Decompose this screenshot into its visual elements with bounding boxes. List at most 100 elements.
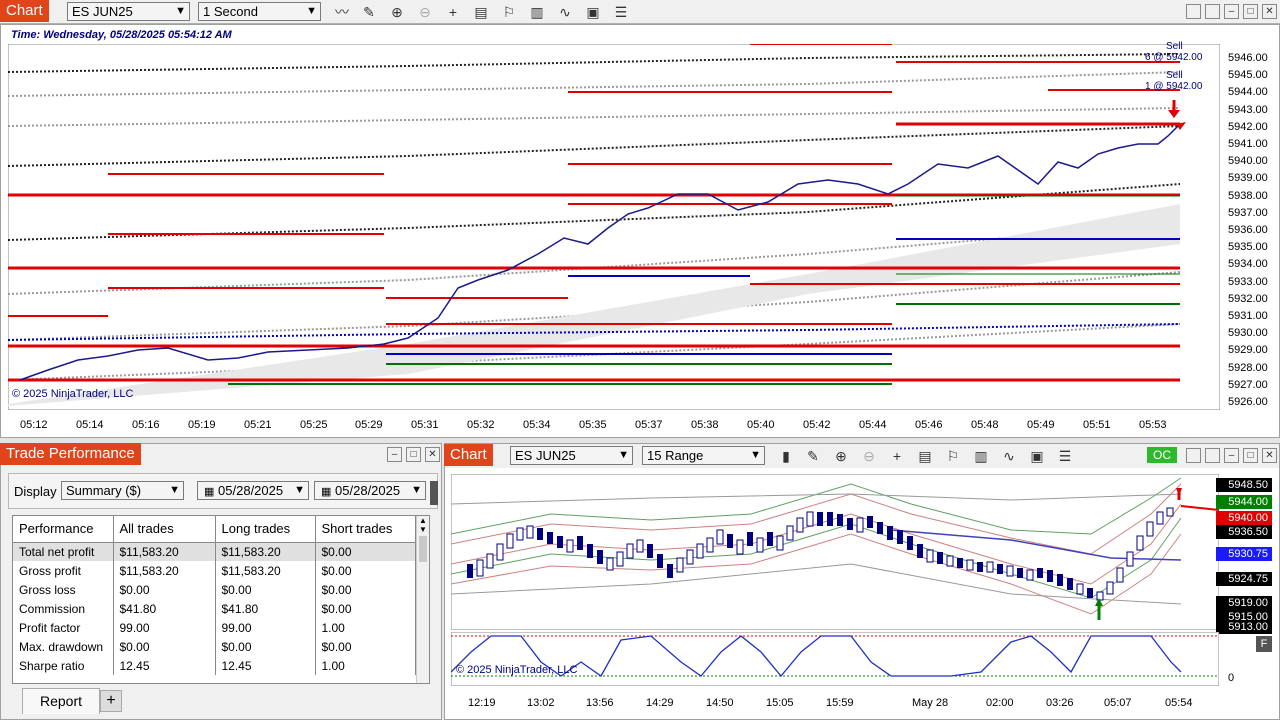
bottom-interval-select[interactable]: 15 Range ▼ bbox=[642, 446, 765, 465]
report-tab[interactable]: Report bbox=[22, 688, 100, 714]
table-cell: $11,583.20 bbox=[113, 542, 216, 561]
bottom-chart-tab[interactable]: Chart bbox=[444, 444, 493, 466]
y-tick: 5942.00 bbox=[1228, 121, 1268, 133]
table-row[interactable]: Gross loss $0.00 $0.00 $0.00 bbox=[13, 580, 416, 599]
table-cell: Max. drawdown bbox=[13, 637, 114, 656]
group-button[interactable] bbox=[1205, 4, 1220, 19]
minimize-button[interactable]: – bbox=[1224, 4, 1239, 19]
price-label: 5913.00 bbox=[1216, 620, 1272, 634]
bottom-copyright: © 2025 NinjaTrader, LLC bbox=[456, 664, 578, 676]
sell-marker-2-detail: 1 @ 5942.00 bbox=[1145, 81, 1203, 92]
zoom-out-icon[interactable]: ⊖ bbox=[416, 3, 434, 21]
close-button[interactable]: ✕ bbox=[1262, 4, 1277, 19]
date-to-picker[interactable]: ▦ 05/28/2025 ▼ bbox=[314, 481, 426, 500]
group-button[interactable] bbox=[1186, 448, 1201, 463]
maximize-button[interactable]: □ bbox=[1243, 448, 1258, 463]
strategies-icon[interactable]: ∿ bbox=[556, 3, 574, 21]
chevron-down-icon: ▼ bbox=[294, 484, 305, 496]
minimize-button[interactable]: – bbox=[387, 447, 402, 462]
properties-icon[interactable]: ▣ bbox=[584, 3, 602, 21]
top-price-panel bbox=[8, 44, 1220, 410]
close-button[interactable]: ✕ bbox=[1262, 448, 1277, 463]
draw-pencil-icon[interactable]: ✎ bbox=[360, 3, 378, 21]
x-tick: 03:26 bbox=[1046, 697, 1074, 709]
chevron-down-icon: ▼ bbox=[169, 484, 180, 496]
top-instrument-select[interactable]: ES JUN25 ▼ bbox=[67, 2, 190, 21]
data-box-icon[interactable]: ▤ bbox=[472, 3, 490, 21]
col-header-short[interactable]: Short trades bbox=[315, 516, 416, 543]
bottom-instrument-select[interactable]: ES JUN25 ▼ bbox=[510, 446, 633, 465]
y-tick: 5934.00 bbox=[1228, 258, 1268, 270]
y-tick: 5941.00 bbox=[1228, 138, 1268, 150]
display-label: Display bbox=[14, 484, 57, 499]
col-header-all[interactable]: All trades bbox=[113, 516, 216, 543]
price-label: 5948.50 bbox=[1216, 478, 1272, 492]
draw-pencil-icon[interactable]: ✎ bbox=[804, 447, 822, 465]
properties-icon[interactable]: ▣ bbox=[1028, 447, 1046, 465]
x-tick: 02:00 bbox=[986, 697, 1014, 709]
scroll-up-icon[interactable]: ▲ bbox=[417, 516, 429, 525]
col-header-long[interactable]: Long trades bbox=[215, 516, 316, 543]
x-tick: 05:46 bbox=[915, 419, 943, 431]
y-tick: 5933.00 bbox=[1228, 276, 1268, 288]
maximize-button[interactable]: □ bbox=[406, 447, 421, 462]
oc-badge[interactable]: OC bbox=[1147, 447, 1177, 463]
x-tick: 05:38 bbox=[691, 419, 719, 431]
bottom-price-panel[interactable] bbox=[451, 474, 1219, 630]
date-from-picker[interactable]: ▦ 05/28/2025 ▼ bbox=[197, 481, 309, 500]
filter-scroll-handle[interactable] bbox=[430, 481, 438, 505]
templates-icon[interactable]: ⚐ bbox=[944, 447, 962, 465]
link-button[interactable] bbox=[1186, 4, 1201, 19]
close-button[interactable]: ✕ bbox=[425, 447, 440, 462]
zoom-out-icon[interactable]: ⊖ bbox=[860, 447, 878, 465]
table-scrollbar[interactable]: ▲ ▼ bbox=[416, 516, 429, 683]
crosshair-icon[interactable]: + bbox=[888, 447, 906, 465]
display-select[interactable]: Summary ($) ▼ bbox=[61, 481, 184, 500]
y-tick: 5931.00 bbox=[1228, 310, 1268, 322]
table-row[interactable]: Gross profit $11,583.20 $11,583.20 $0.00 bbox=[13, 561, 416, 580]
chevron-down-icon: ▼ bbox=[411, 484, 422, 496]
scroll-thumb[interactable] bbox=[419, 536, 427, 562]
crosshair-icon[interactable]: + bbox=[444, 3, 462, 21]
top-chart-toolbar bbox=[0, 0, 1280, 24]
indicators-icon[interactable]: ▥ bbox=[972, 447, 990, 465]
add-tab-button[interactable]: + bbox=[100, 690, 122, 712]
candlestick-style-icon[interactable]: ▮ bbox=[777, 447, 795, 465]
chevron-down-icon: ▼ bbox=[306, 5, 317, 17]
scroll-down-icon[interactable]: ▼ bbox=[417, 525, 429, 534]
table-row[interactable]: Commission $41.80 $41.80 $0.00 bbox=[13, 599, 416, 618]
strategies-icon[interactable]: ∿ bbox=[1000, 447, 1018, 465]
link-button[interactable] bbox=[1205, 448, 1220, 463]
top-copyright: © 2025 NinjaTrader, LLC bbox=[12, 388, 134, 400]
top-chart-tab[interactable]: Chart bbox=[0, 0, 49, 22]
table-cell: 12.45 bbox=[215, 656, 316, 675]
performance-table: Performance All trades Long trades Short… bbox=[13, 516, 416, 675]
indicators-icon[interactable]: ▥ bbox=[528, 3, 546, 21]
list-icon[interactable]: ☰ bbox=[1056, 447, 1074, 465]
sell-marker-1-title: Sell bbox=[1166, 41, 1183, 52]
top-interval-select[interactable]: 1 Second ▼ bbox=[198, 2, 321, 21]
x-tick: 05:32 bbox=[467, 419, 495, 431]
chart-style-icon[interactable]: 〰 bbox=[333, 3, 351, 21]
minimize-button[interactable]: – bbox=[1224, 448, 1239, 463]
table-cell: $41.80 bbox=[113, 599, 216, 618]
x-tick: 05:48 bbox=[971, 419, 999, 431]
y-tick: 5940.00 bbox=[1228, 155, 1268, 167]
table-row[interactable]: Profit factor 99.00 99.00 1.00 bbox=[13, 618, 416, 637]
indicator-f-button[interactable]: F bbox=[1256, 636, 1272, 652]
zoom-in-icon[interactable]: ⊕ bbox=[832, 447, 850, 465]
time-readout: Time: Wednesday, 05/28/2025 05:54:12 AM bbox=[11, 29, 232, 41]
data-box-icon[interactable]: ▤ bbox=[916, 447, 934, 465]
trade-performance-tab[interactable]: Trade Performance bbox=[0, 443, 141, 465]
col-header-performance[interactable]: Performance bbox=[13, 516, 114, 543]
table-row[interactable]: Sharpe ratio 12.45 12.45 1.00 bbox=[13, 656, 416, 675]
x-tick: 12:19 bbox=[468, 697, 496, 709]
table-row[interactable]: Total net profit $11,583.20 $11,583.20 $0.0… bbox=[13, 542, 416, 561]
templates-icon[interactable]: ⚐ bbox=[500, 3, 518, 21]
maximize-button[interactable]: □ bbox=[1243, 4, 1258, 19]
zoom-in-icon[interactable]: ⊕ bbox=[388, 3, 406, 21]
table-row[interactable]: Max. drawdown $0.00 $0.00 $0.00 bbox=[13, 637, 416, 656]
list-icon[interactable]: ☰ bbox=[612, 3, 630, 21]
indicator-panel[interactable] bbox=[451, 632, 1219, 686]
y-tick: 5926.00 bbox=[1228, 396, 1268, 408]
